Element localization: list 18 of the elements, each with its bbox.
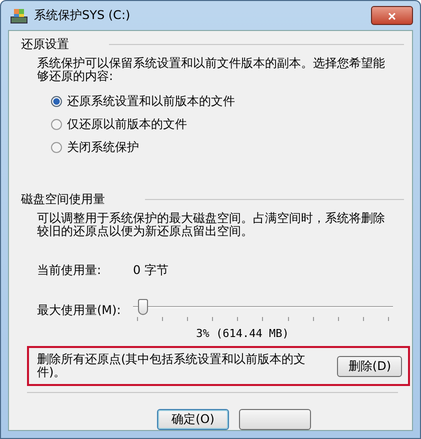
usage-reading: 3% (614.44 MB) [195,327,290,340]
radio-option[interactable]: 还原系统设置和以前版本的文件 [51,93,404,110]
radio-option[interactable]: 关闭系统保护 [51,139,404,156]
slider-thumb[interactable] [138,299,148,315]
section-heading: 还原设置 [21,36,69,52]
dialog-button[interactable]: 确定(O) [157,409,229,430]
dialog-button[interactable] [239,409,311,430]
usage-slider[interactable] [133,297,393,323]
field-label: 最大使用量(M): [37,302,122,318]
description-text: 可以调整用于系统保护的最大磁盘空间。占满空间时，系统将删除较旧的还原点以便为新还原点留出空间。 [37,212,386,238]
field-label: 当前使用量: [37,262,102,279]
usage-value: 0 字节 [133,262,168,279]
description-text: 系统保护可以保留系统设置和以前文件版本的副本。选择您希望能够还原的内容: [37,57,386,83]
delete-button[interactable]: 删除(D) [337,356,402,376]
radio-option[interactable]: 仅还原以前版本的文件 [51,116,404,133]
delete-description: 删除所有还原点(其中包括系统设置和以前版本的文件)。 [37,353,307,379]
section-heading: 磁盘空间使用量 [21,190,105,208]
window-title: 系统保护SYS (C:) [34,7,130,24]
